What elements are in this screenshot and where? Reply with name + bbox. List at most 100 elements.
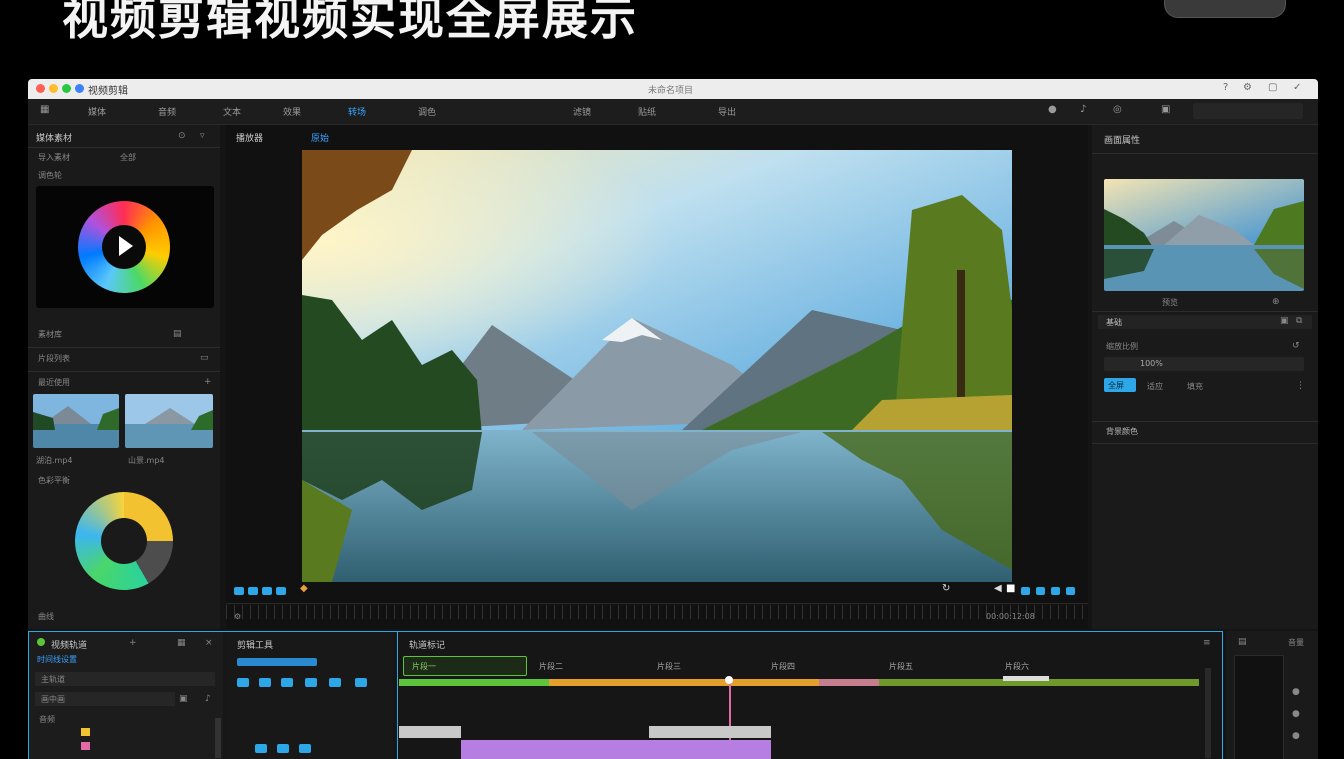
viewer-tab-active[interactable]: 原始 (311, 131, 329, 144)
target-icon[interactable]: ◎ (1113, 104, 1122, 115)
add-icon[interactable]: + (204, 377, 212, 387)
timeline-menu-icon[interactable]: ≡ (1203, 638, 1211, 648)
tools-strip[interactable] (237, 658, 317, 666)
tool-mask[interactable] (355, 678, 367, 687)
clip-pink[interactable] (819, 679, 879, 686)
fullscreen-toggle[interactable]: 全屏 (1104, 378, 1136, 392)
tool-speed[interactable] (305, 678, 317, 687)
help-icon[interactable]: ? (1223, 82, 1228, 93)
marker-icon[interactable]: ◆ (300, 583, 308, 594)
viewer-option-1[interactable] (1021, 587, 1030, 595)
tool-freeze[interactable] (299, 744, 311, 753)
settings-icon[interactable]: ⚙ (1243, 82, 1252, 93)
clip-orange[interactable] (549, 679, 819, 686)
basic-section-bar[interactable]: 基础 ▣ ⧉ (1098, 315, 1312, 329)
close-dot[interactable] (36, 84, 45, 93)
tool-split[interactable] (259, 678, 271, 687)
viewer-tab[interactable]: 播放器 (236, 131, 263, 144)
viewer-settings-icon[interactable]: ⚙ (234, 612, 241, 621)
clip-marker-1[interactable]: 片段一 (403, 656, 527, 676)
clip-gray-2[interactable] (649, 726, 771, 738)
play-icon[interactable] (119, 236, 133, 256)
volume-icon[interactable]: ◀ (994, 583, 1002, 594)
color-balance-wheel[interactable] (75, 492, 173, 590)
tool-keyframe[interactable] (277, 744, 289, 753)
fit-option[interactable]: 适应 (1147, 381, 1163, 392)
pin-icon[interactable]: ▿ (200, 131, 205, 141)
playback-ctrl-2[interactable] (248, 587, 258, 595)
track-row-pip[interactable]: 画中画 (35, 692, 175, 706)
timeline-settings[interactable]: 时间线设置 (37, 654, 77, 665)
clip-marker-4[interactable]: 片段四 (771, 661, 795, 672)
section-copy-icon[interactable]: ⧉ (1296, 316, 1302, 326)
color-wheel-preview[interactable] (36, 186, 214, 308)
viewer-option-2[interactable] (1036, 587, 1045, 595)
clip-marker-3[interactable]: 片段三 (657, 661, 681, 672)
meter-icon-3[interactable]: ● (1292, 731, 1300, 741)
level-icon[interactable]: ▤ (1238, 637, 1247, 647)
option-more-icon[interactable]: ⋮ (1296, 381, 1305, 391)
clip-marker-2[interactable]: 片段二 (539, 661, 563, 672)
playback-ctrl-1[interactable] (234, 587, 244, 595)
collapse-icon[interactable]: ⊙ (178, 131, 186, 141)
viewer-option-3[interactable] (1051, 587, 1060, 595)
toolbar-item-color[interactable]: 调色 (418, 105, 436, 118)
track-row-main[interactable]: 主轨道 (35, 672, 215, 686)
clip-white[interactable] (1003, 676, 1049, 681)
playback-ctrl-4[interactable] (276, 587, 286, 595)
preview-zoom-icon[interactable]: ⊕ (1272, 297, 1280, 307)
toolbar-item-media[interactable]: 媒体 (88, 105, 106, 118)
check-icon[interactable]: ✓ (1293, 82, 1301, 93)
zoom-dot[interactable] (62, 84, 71, 93)
section-reset-icon[interactable]: ▣ (1280, 316, 1289, 326)
clip-gray-1[interactable] (399, 726, 461, 738)
save-icon[interactable]: ▣ (1161, 104, 1170, 115)
preview-thumbnail[interactable] (1104, 179, 1304, 291)
tool-audio[interactable] (255, 744, 267, 753)
toolbar-item-transition[interactable]: 转场 (348, 105, 366, 118)
toolbar-item-export[interactable]: 导出 (718, 105, 736, 118)
timeline-scrollbar[interactable] (1205, 668, 1211, 758)
tool-crop[interactable] (329, 678, 341, 687)
search-field[interactable] (1193, 103, 1303, 119)
clip-marker-5[interactable]: 片段五 (889, 661, 913, 672)
extra-dot[interactable] (75, 84, 84, 93)
top-pill-button[interactable] (1164, 0, 1286, 18)
clip-thumbnail-1[interactable] (33, 394, 119, 448)
track-mute-icon[interactable]: ♪ (205, 694, 211, 704)
tool-trim[interactable] (281, 678, 293, 687)
import-tab[interactable]: 导入素材 (38, 152, 70, 163)
track-color-yellow[interactable] (81, 728, 90, 736)
mic-icon[interactable]: ● (1048, 104, 1057, 115)
track-grid-icon[interactable]: ▦ (177, 638, 186, 648)
toolbar-item-audio[interactable]: 音频 (158, 105, 176, 118)
loop-icon[interactable]: ↻ (942, 583, 950, 594)
all-tab[interactable]: 全部 (120, 152, 136, 163)
playhead-handle[interactable] (725, 676, 733, 684)
meter-icon-1[interactable]: ● (1292, 687, 1300, 697)
viewer-option-4[interactable] (1066, 587, 1075, 595)
playback-ctrl-3[interactable] (262, 587, 272, 595)
video-frame[interactable] (302, 150, 1012, 582)
toolbar-item-text[interactable]: 文本 (223, 105, 241, 118)
toolbar-item-filter[interactable]: 滤镜 (573, 105, 591, 118)
toolbar-item-sticker[interactable]: 贴纸 (638, 105, 656, 118)
grid-icon[interactable]: ▦ (40, 104, 49, 115)
list-icon[interactable]: ▤ (173, 329, 182, 339)
scale-reset-icon[interactable]: ↺ (1292, 341, 1300, 351)
clip-green[interactable] (399, 679, 549, 686)
music-icon[interactable]: ♪ (1080, 104, 1086, 115)
track-add-icon[interactable]: + (129, 638, 137, 648)
fill-option[interactable]: 填充 (1187, 381, 1203, 392)
meter-icon-2[interactable]: ● (1292, 709, 1300, 719)
track-close-icon[interactable]: × (205, 638, 213, 648)
track-color-pink[interactable] (81, 742, 90, 750)
scale-field[interactable]: 100% (1104, 357, 1304, 371)
fullscreen-icon[interactable]: ■ (1006, 583, 1015, 594)
toolbar-item-effects[interactable]: 效果 (283, 105, 301, 118)
window-icon[interactable]: ▢ (1268, 82, 1277, 93)
tool-cut[interactable] (237, 678, 249, 687)
folder-icon[interactable]: ▭ (200, 353, 209, 363)
track-scrollbar[interactable] (215, 718, 221, 758)
track-lock-icon[interactable]: ▣ (179, 694, 188, 704)
